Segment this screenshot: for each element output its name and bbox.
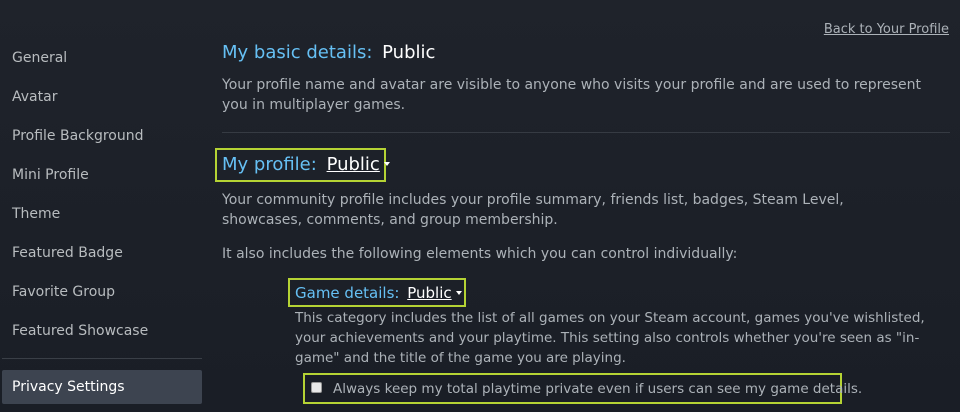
playtime-private-checkbox[interactable]: [311, 382, 322, 393]
game-details-privacy-value: Public: [407, 284, 452, 302]
my-profile-header: My profile: Public: [222, 154, 390, 176]
sidebar-item-privacy-settings[interactable]: Privacy Settings: [2, 370, 202, 404]
my-profile-label: My profile:: [222, 154, 317, 175]
basic-details-label: My basic details:: [222, 42, 373, 63]
sidebar-item-label: Privacy Settings: [12, 379, 125, 395]
game-details-header: Game details: Public: [295, 282, 462, 304]
my-profile-elements-intro: It also includes the following elements …: [222, 246, 738, 262]
playtime-private-label[interactable]: Always keep my total playtime private ev…: [333, 379, 862, 399]
sidebar-item-theme[interactable]: Theme: [12, 204, 60, 224]
basic-details-header: My basic details: Public: [222, 42, 435, 64]
chevron-down-icon: [455, 290, 462, 295]
sidebar-nav: General Avatar Profile Background Mini P…: [0, 0, 205, 412]
basic-details-description: Your profile name and avatar are visible…: [222, 77, 922, 113]
sidebar-item-featured-badge[interactable]: Featured Badge: [12, 243, 123, 263]
back-to-profile-link[interactable]: Back to Your Profile: [824, 22, 949, 37]
sidebar-item-profile-background[interactable]: Profile Background: [12, 126, 144, 146]
sidebar-item-general[interactable]: General: [12, 48, 67, 68]
sidebar-item-featured-showcase[interactable]: Featured Showcase: [12, 321, 148, 341]
sidebar-item-favorite-group[interactable]: Favorite Group: [12, 282, 115, 302]
sidebar-divider: [2, 358, 202, 359]
sidebar-item-mini-profile[interactable]: Mini Profile: [12, 165, 89, 185]
basic-details-value: Public: [382, 42, 436, 63]
section-divider: [222, 132, 950, 133]
game-details-label: Game details:: [295, 284, 400, 302]
game-details-description: This category includes the list of all g…: [295, 310, 925, 366]
game-details-privacy-dropdown[interactable]: Public: [407, 284, 451, 302]
sidebar-item-avatar[interactable]: Avatar: [12, 87, 57, 107]
my-profile-privacy-value: Public: [326, 154, 380, 175]
my-profile-privacy-dropdown[interactable]: Public: [327, 154, 380, 175]
chevron-down-icon: [383, 162, 390, 166]
my-profile-description: Your community profile includes your pro…: [222, 192, 844, 228]
